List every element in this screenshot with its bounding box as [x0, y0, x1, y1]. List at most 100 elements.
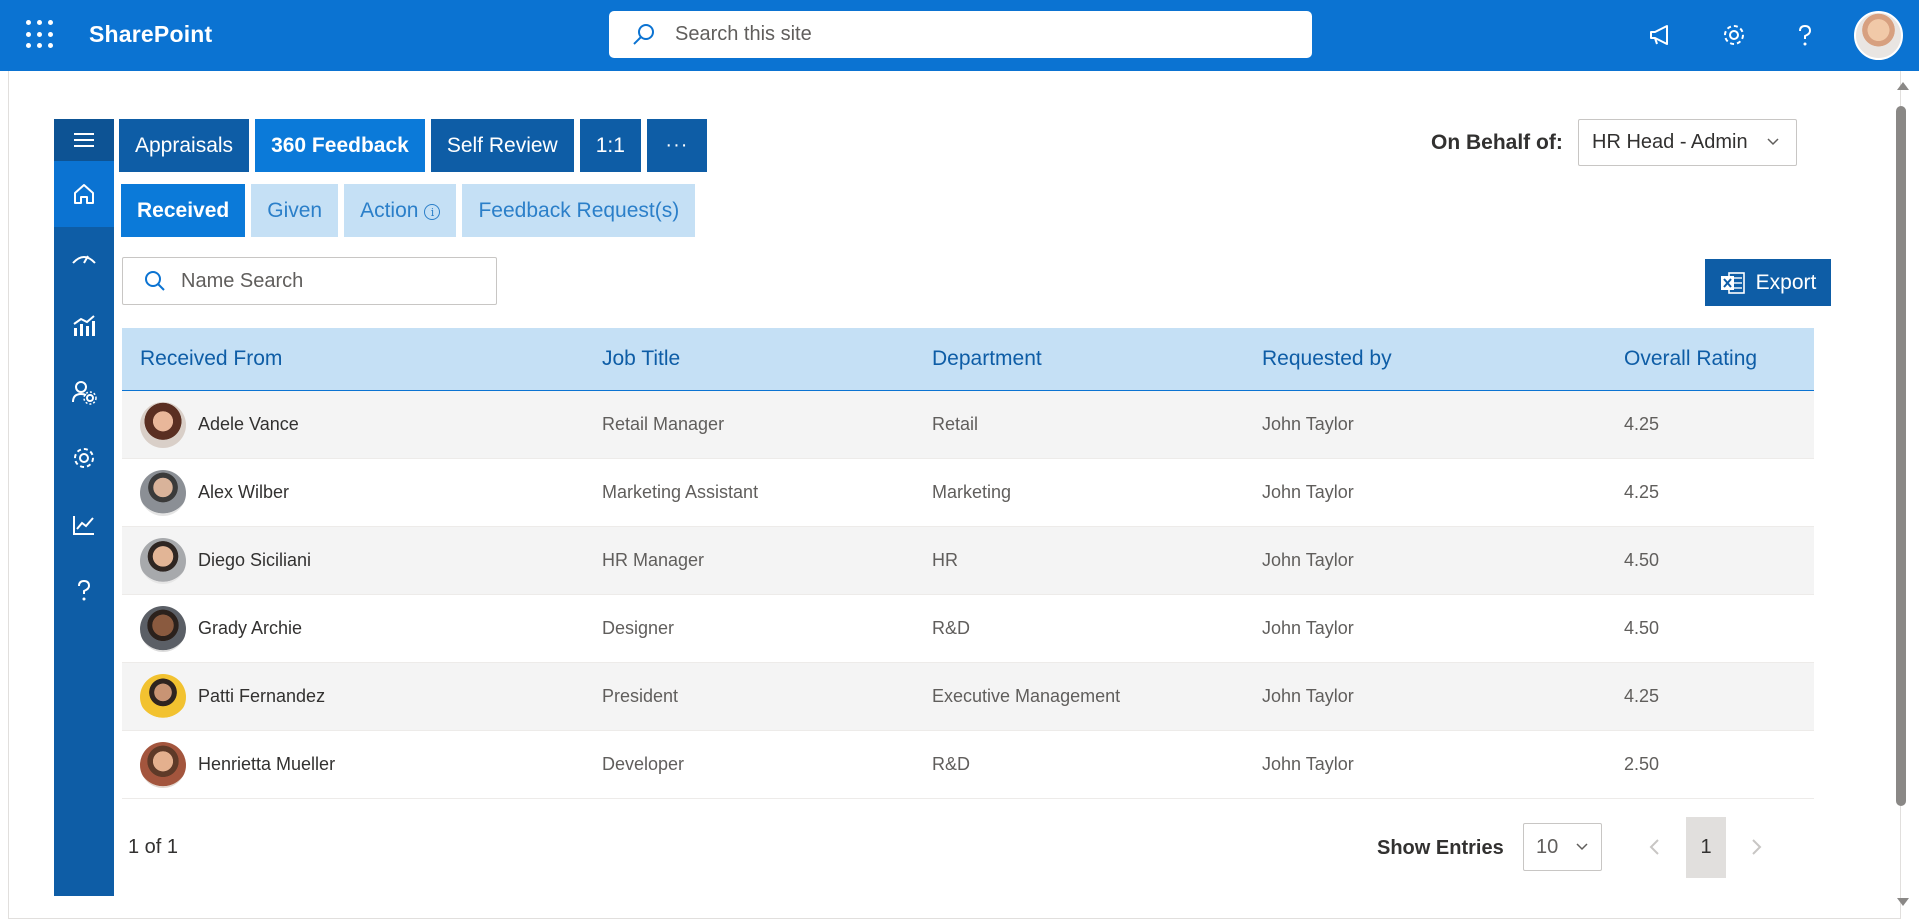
- table-row[interactable]: Patti Fernandez President Executive Mana…: [122, 663, 1814, 731]
- department-cell: Executive Management: [932, 686, 1121, 706]
- department-cell: Marketing: [932, 482, 1012, 502]
- rating-cell: 4.50: [1624, 550, 1660, 570]
- subtab-received[interactable]: Received: [121, 184, 246, 237]
- requested-by-cell: John Taylor: [1262, 482, 1354, 502]
- site-brand[interactable]: SharePoint: [89, 21, 212, 48]
- department-cell: Retail: [932, 414, 979, 434]
- user-avatar[interactable]: [1854, 11, 1903, 60]
- help-icon[interactable]: [1787, 17, 1823, 53]
- entries-per-page-dropdown[interactable]: 10: [1523, 823, 1602, 871]
- suite-bar: SharePoint: [0, 0, 1919, 71]
- requested-by-cell: John Taylor: [1262, 618, 1354, 638]
- subtab-action[interactable]: Action i: [344, 184, 457, 237]
- left-rail: [54, 119, 114, 896]
- header-overall-rating[interactable]: Overall Rating: [1624, 347, 1814, 371]
- hamburger-menu-icon[interactable]: [54, 119, 114, 161]
- avatar: [140, 741, 186, 788]
- job-title-cell: Developer: [602, 754, 685, 774]
- name-search-input[interactable]: [181, 269, 481, 293]
- waffle-icon[interactable]: [26, 20, 56, 50]
- show-entries-label: Show Entries: [1377, 837, 1504, 859]
- subtab-action-label: Action: [360, 198, 419, 222]
- entries-value: 10: [1536, 835, 1559, 858]
- subtab-feedback-requests[interactable]: Feedback Request(s): [462, 184, 696, 237]
- received-from-name: Adele Vance: [198, 414, 299, 434]
- avatar: [140, 469, 186, 516]
- megaphone-icon[interactable]: [1643, 17, 1679, 53]
- avatar: [140, 673, 186, 720]
- scroll-down-arrow-icon[interactable]: [1897, 898, 1909, 906]
- header-job-title[interactable]: Job Title: [602, 347, 932, 371]
- page-count: 1 of 1: [128, 836, 179, 858]
- page-number-button[interactable]: 1: [1686, 817, 1726, 878]
- job-title-cell: Marketing Assistant: [602, 482, 759, 502]
- analytics-chart-icon[interactable]: [54, 293, 114, 359]
- rating-cell: 4.50: [1624, 618, 1660, 638]
- table-row[interactable]: Alex Wilber Marketing Assistant Marketin…: [122, 459, 1814, 527]
- received-from-name: Diego Siciliani: [198, 550, 312, 570]
- feedback-table: Received From Job Title Department Reque…: [122, 328, 1814, 799]
- received-from-name: Henrietta Mueller: [198, 754, 336, 774]
- table-row[interactable]: Grady Archie Designer R&D John Taylor 4.…: [122, 595, 1814, 663]
- header-received-from[interactable]: Received From: [122, 347, 602, 371]
- subtab-given[interactable]: Given: [251, 184, 339, 237]
- table-row[interactable]: Henrietta Mueller Developer R&D John Tay…: [122, 731, 1814, 799]
- rating-cell: 4.25: [1624, 482, 1660, 502]
- chevron-right-icon: [1752, 839, 1762, 855]
- requested-by-cell: John Taylor: [1262, 550, 1354, 570]
- site-search[interactable]: [609, 11, 1312, 58]
- department-cell: HR: [932, 550, 958, 570]
- requested-by-cell: John Taylor: [1262, 754, 1354, 774]
- requested-by-cell: John Taylor: [1262, 414, 1354, 434]
- header-department[interactable]: Department: [932, 347, 1262, 371]
- sub-tabs: Received Given Action i Feedback Request…: [121, 184, 696, 237]
- avatar: [140, 401, 186, 448]
- received-from-name: Patti Fernandez: [198, 686, 326, 706]
- job-title-cell: Retail Manager: [602, 414, 725, 434]
- export-label: Export: [1755, 270, 1817, 294]
- received-from-name: Alex Wilber: [198, 482, 290, 502]
- avatar: [140, 605, 186, 652]
- export-button[interactable]: Export: [1705, 259, 1831, 306]
- received-from-name: Grady Archie: [198, 618, 303, 638]
- tab-360-feedback[interactable]: 360 Feedback: [255, 119, 425, 172]
- previous-page-button[interactable]: [1643, 832, 1667, 862]
- table-header: Received From Job Title Department Reque…: [122, 328, 1814, 391]
- site-search-input[interactable]: [675, 23, 1275, 46]
- tab-appraisals[interactable]: Appraisals: [119, 119, 250, 172]
- department-cell: R&D: [932, 618, 971, 638]
- on-behalf-value: HR Head - Admin: [1592, 131, 1748, 153]
- trend-line-icon[interactable]: [54, 491, 114, 557]
- main-tabs: Appraisals 360 Feedback Self Review 1:1 …: [119, 119, 707, 172]
- job-title-cell: HR Manager: [602, 550, 705, 570]
- search-icon: [633, 23, 654, 45]
- rating-cell: 2.50: [1624, 754, 1660, 774]
- chevron-left-icon: [1649, 839, 1659, 855]
- job-title-cell: Designer: [602, 618, 675, 638]
- page-scrollbar[interactable]: [1893, 78, 1909, 916]
- more-tabs-button[interactable]: ···: [646, 119, 707, 172]
- header-requested-by[interactable]: Requested by: [1262, 347, 1624, 371]
- gear-icon[interactable]: [54, 425, 114, 491]
- chevron-down-icon: [1767, 138, 1779, 146]
- job-title-cell: President: [602, 686, 679, 706]
- on-behalf-dropdown[interactable]: HR Head - Admin: [1578, 119, 1797, 166]
- scroll-up-arrow-icon[interactable]: [1897, 82, 1909, 90]
- rating-cell: 4.25: [1624, 686, 1660, 706]
- question-icon[interactable]: [54, 557, 114, 623]
- gear-icon[interactable]: [1716, 17, 1752, 53]
- tab-one-on-one[interactable]: 1:1: [579, 119, 641, 172]
- table-row[interactable]: Adele Vance Retail Manager Retail John T…: [122, 391, 1814, 459]
- next-page-button[interactable]: [1744, 832, 1768, 862]
- chevron-down-icon: [1576, 843, 1588, 851]
- requested-by-cell: John Taylor: [1262, 686, 1354, 706]
- table-row[interactable]: Diego Siciliani HR Manager HR John Taylo…: [122, 527, 1814, 595]
- scroll-thumb[interactable]: [1896, 106, 1906, 806]
- gauge-icon[interactable]: [54, 227, 114, 293]
- tab-self-review[interactable]: Self Review: [430, 119, 574, 172]
- home-icon[interactable]: [54, 161, 114, 227]
- on-behalf-label: On Behalf of:: [1431, 131, 1563, 154]
- user-settings-icon[interactable]: [54, 359, 114, 425]
- name-search-box[interactable]: [122, 257, 497, 305]
- info-icon: i: [424, 204, 441, 220]
